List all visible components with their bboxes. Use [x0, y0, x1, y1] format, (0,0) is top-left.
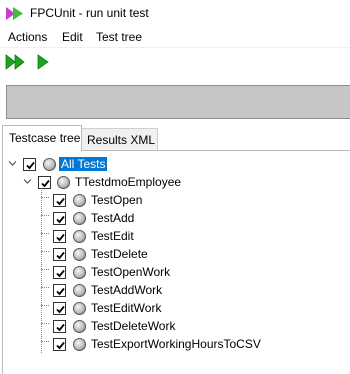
tree-node-label[interactable]: TestEdit: [89, 229, 136, 243]
title-bar: FPCUnit - run unit test: [0, 0, 350, 27]
tree-node-test[interactable]: TestExportWorkingHoursToCSV: [3, 336, 343, 354]
checkbox-test[interactable]: [53, 230, 66, 243]
checkbox-test[interactable]: [53, 302, 66, 315]
checkbox-all-tests[interactable]: [23, 158, 36, 171]
tree-node-test[interactable]: TestAddWork: [3, 282, 343, 300]
tree-node-test[interactable]: TestEditWork: [3, 300, 343, 318]
menu-actions[interactable]: Actions: [8, 30, 47, 44]
tree-node-label[interactable]: TestDeleteWork: [89, 319, 177, 333]
gray-sphere-icon: [73, 284, 86, 297]
tree-node-test[interactable]: TestAdd: [3, 210, 343, 228]
tab-strip: Testcase tree Results XML: [0, 125, 350, 151]
tree-node-label[interactable]: TestAdd: [89, 211, 136, 225]
chevron-down-icon[interactable]: [8, 159, 17, 168]
tab-results-xml[interactable]: Results XML: [82, 128, 158, 150]
menu-bar: Actions Edit Test tree: [0, 27, 350, 47]
gray-sphere-icon: [73, 338, 86, 351]
fpcunit-app-icon: [6, 7, 23, 20]
test-progress-bar: [6, 85, 350, 119]
tree-node-test[interactable]: TestDelete: [3, 246, 343, 264]
tab-testcase-tree[interactable]: Testcase tree: [2, 125, 82, 151]
gray-sphere-icon: [73, 212, 86, 225]
tree-node-label[interactable]: TestEditWork: [89, 301, 163, 315]
gray-sphere-icon: [73, 266, 86, 279]
tree-node-test[interactable]: TestEdit: [3, 228, 343, 246]
gray-sphere-icon: [73, 302, 86, 315]
checkbox-test[interactable]: [53, 266, 66, 279]
tree-node-label[interactable]: TestAddWork: [89, 283, 164, 297]
checkbox-test[interactable]: [53, 194, 66, 207]
checkbox-test[interactable]: [53, 212, 66, 225]
tree-node-label[interactable]: TestOpen: [89, 193, 144, 207]
menu-edit[interactable]: Edit: [62, 30, 83, 44]
gray-sphere-icon: [73, 230, 86, 243]
tree-node-label[interactable]: TTestdmoEmployee: [73, 175, 183, 189]
tree-node-label[interactable]: TestDelete: [89, 247, 150, 261]
tree-node-all-tests[interactable]: All Tests: [3, 156, 343, 174]
tree-node-test[interactable]: TestDeleteWork: [3, 318, 343, 336]
tree-node-label[interactable]: All Tests: [59, 157, 108, 171]
gray-sphere-icon: [57, 176, 70, 189]
menu-test-tree[interactable]: Test tree: [96, 30, 142, 44]
tree-node-test[interactable]: TestOpenWork: [3, 264, 343, 282]
run-all-icon[interactable]: [5, 53, 27, 71]
window-title: FPCUnit - run unit test: [30, 6, 149, 20]
checkbox-test[interactable]: [53, 248, 66, 261]
gray-sphere-icon: [73, 248, 86, 261]
gray-sphere-icon: [73, 320, 86, 333]
checkbox-test[interactable]: [53, 284, 66, 297]
tree-node-test[interactable]: TestOpen: [3, 192, 343, 210]
checkbox-suite[interactable]: [38, 176, 51, 189]
testcase-tree-panel[interactable]: All Tests TTestdmoEmployee TestOpen Test…: [2, 150, 350, 374]
run-selected-icon[interactable]: [34, 53, 56, 71]
tree-node-label[interactable]: TestOpenWork: [89, 265, 172, 279]
tree-node-suite[interactable]: TTestdmoEmployee: [3, 174, 343, 192]
toolbar: [0, 47, 350, 75]
gray-sphere-icon: [73, 194, 86, 207]
chevron-down-icon[interactable]: [23, 177, 32, 186]
gray-sphere-icon: [43, 158, 56, 171]
checkbox-test[interactable]: [53, 338, 66, 351]
checkbox-test[interactable]: [53, 320, 66, 333]
tree-node-label[interactable]: TestExportWorkingHoursToCSV: [89, 337, 263, 351]
